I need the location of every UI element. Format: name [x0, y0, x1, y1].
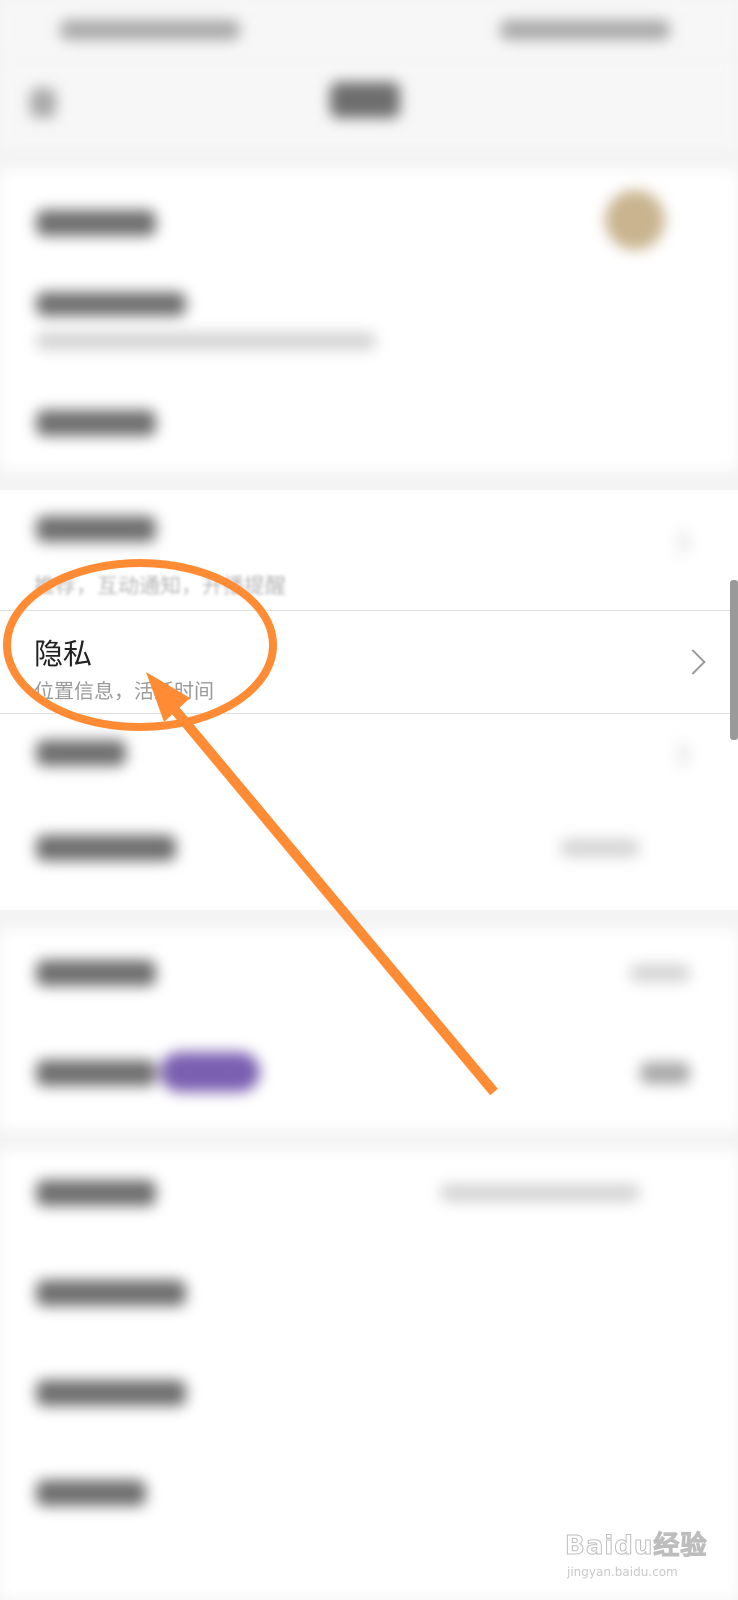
status-bar [0, 0, 738, 60]
avatar [605, 190, 665, 250]
header [0, 60, 738, 150]
settings-row[interactable] [0, 1250, 738, 1345]
watermark-url: jingyan.baidu.com [567, 1565, 678, 1579]
settings-section-1 [0, 170, 738, 470]
privacy-subtitle: 位置信息，活跃时间 [34, 679, 214, 703]
settings-row[interactable] [0, 1030, 738, 1125]
settings-row[interactable] [0, 710, 738, 805]
watermark: Baidu经验 jingyan.baidu.com [564, 1515, 725, 1585]
page-title [330, 82, 400, 118]
watermark-brand: Baidu经验 [564, 1531, 708, 1562]
back-icon[interactable] [30, 88, 56, 118]
settings-row[interactable] [0, 170, 738, 280]
settings-row[interactable] [0, 280, 738, 370]
settings-row[interactable] [0, 1150, 738, 1245]
settings-row[interactable] [0, 930, 738, 1025]
privacy-title: 隐私 [34, 637, 93, 671]
settings-section-3 [0, 930, 738, 1130]
chevron-right-icon [680, 649, 706, 675]
notifications-subtitle: 推荐，互动通知，开播提醒 [34, 574, 286, 598]
scrollbar[interactable] [730, 580, 738, 740]
settings-row[interactable] [0, 805, 738, 900]
settings-row-privacy[interactable]: 隐私 位置信息，活跃时间 [0, 610, 738, 714]
status-badge [160, 1052, 260, 1092]
settings-row[interactable] [0, 1350, 738, 1445]
settings-row[interactable] [0, 380, 738, 470]
